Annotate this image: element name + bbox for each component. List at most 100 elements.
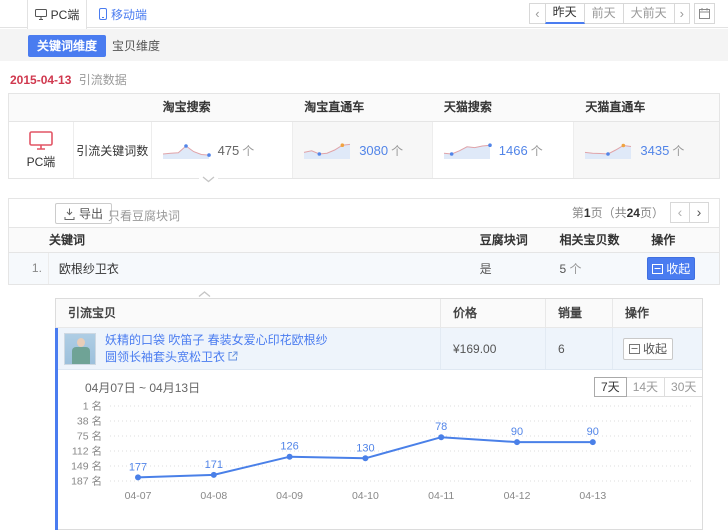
chevron-up-icon <box>195 291 214 298</box>
report-header: 2015-04-13 引流数据 <box>10 71 127 88</box>
sparkline-taobao-ztc <box>301 139 353 161</box>
metric-value: 3435 <box>640 143 669 158</box>
svg-text:187 名: 187 名 <box>71 475 102 488</box>
svg-text:126: 126 <box>280 441 298 453</box>
dimension-bar <box>0 29 728 61</box>
sparkline-tmall-ztc <box>582 139 634 161</box>
date-next-button[interactable]: › <box>674 3 690 24</box>
col-header-taobao-search: 淘宝搜索 <box>151 94 293 121</box>
svg-text:38 名: 38 名 <box>77 415 102 428</box>
date-yesterday-button[interactable]: 昨天 <box>545 3 585 24</box>
svg-text:04-07: 04-07 <box>125 490 152 502</box>
device-label: PC端 <box>27 153 56 170</box>
svg-text:90: 90 <box>587 426 599 438</box>
svg-text:177: 177 <box>129 461 147 473</box>
svg-text:04-08: 04-08 <box>200 490 227 502</box>
col-header-tmall-search: 天猫搜索 <box>432 94 574 121</box>
related-count: 5 <box>559 262 566 276</box>
traffic-overview-table: 淘宝搜索 淘宝直通车 天猫搜索 天猫直通车 PC端 引流关键词数 475 个 3… <box>8 93 720 179</box>
svg-text:78: 78 <box>435 421 447 433</box>
collapse-icon <box>629 344 640 354</box>
col-header-taobao-ztc: 淘宝直通车 <box>292 94 432 121</box>
product-thumbnail[interactable] <box>64 333 96 365</box>
tofu-filter-toggle[interactable]: 只看豆腐块词 <box>108 207 180 224</box>
svg-text:90: 90 <box>511 426 523 438</box>
traffic-table-row: PC端 引流关键词数 475 个 3080 个 1466 个 3435 个 <box>9 122 719 178</box>
keyword-row: 1. 欧根纱卫衣 是 5 个 收起 <box>9 253 719 284</box>
header-action: 操作 <box>641 228 719 252</box>
keyword-section: 导出 只看豆腐块词 第1页（共24页） ‹ › 关键词 豆腐块词 相关宝贝数 操… <box>8 198 720 285</box>
selected-row-indicator <box>55 328 58 530</box>
period-30d-button[interactable]: 30天 <box>664 377 703 397</box>
metric-value: 475 <box>218 143 240 158</box>
svg-text:04-11: 04-11 <box>428 490 454 502</box>
report-title: 引流数据 <box>79 73 127 87</box>
sparkline-tmall-search <box>441 139 493 161</box>
header-item: 引流宝贝 <box>56 299 440 327</box>
metric-label: 引流关键词数 <box>73 122 151 178</box>
collapse-item-button[interactable]: 收起 <box>623 338 673 360</box>
phone-icon <box>99 8 107 20</box>
pagination: 第1页（共24页） ‹ › <box>572 202 709 223</box>
date-two-days-ago-button[interactable]: 前天 <box>584 3 624 24</box>
keyword-table-header: 关键词 豆腐块词 相关宝贝数 操作 <box>9 227 719 253</box>
monitor-icon <box>35 9 47 20</box>
item-row: 妖精的口袋 吹笛子 春装女爱心印花欧根纱圆领长袖套头宽松卫衣 ¥169.00 6… <box>56 328 702 370</box>
keyword-text: 欧根纱卫衣 <box>49 260 470 277</box>
traffic-table-header: 淘宝搜索 淘宝直通车 天猫搜索 天猫直通车 <box>9 94 719 122</box>
collapse-icon <box>652 264 663 274</box>
item-price: ¥169.00 <box>440 328 545 369</box>
header-price: 价格 <box>440 299 545 327</box>
date-prev-button[interactable]: ‹ <box>529 3 545 24</box>
svg-text:130: 130 <box>356 442 374 454</box>
collapse-keyword-button[interactable]: 收起 <box>647 257 695 280</box>
svg-text:04-10: 04-10 <box>352 490 379 502</box>
header-keyword: 关键词 <box>9 228 470 252</box>
header-sales: 销量 <box>545 299 612 327</box>
period-14d-button[interactable]: 14天 <box>626 377 665 397</box>
svg-text:1 名: 1 名 <box>83 400 102 413</box>
calendar-button[interactable] <box>694 3 715 24</box>
header-tofu: 豆腐块词 <box>470 228 550 252</box>
metric-cell-tmall-search: 1466 个 <box>432 122 574 178</box>
svg-text:04-13: 04-13 <box>579 490 606 502</box>
metric-value: 1466 <box>499 143 528 158</box>
item-table-header: 引流宝贝 价格 销量 操作 <box>56 299 702 328</box>
export-button[interactable]: 导出 <box>55 203 112 224</box>
metric-value: 3080 <box>359 143 388 158</box>
keyword-toolbar: 导出 只看豆腐块词 第1页（共24页） ‹ › <box>9 199 719 227</box>
pc-monitor-icon <box>29 131 53 150</box>
tab-item-dimension[interactable]: 宝贝维度 <box>112 35 160 57</box>
current-page: 1 <box>584 206 591 220</box>
external-link-icon <box>228 350 238 364</box>
traffic-analytics-page: ‹ 昨天 前天 大前天 › PC端 移动端 关键词维度 宝贝维度 2015-04… <box>0 0 728 532</box>
svg-text:149 名: 149 名 <box>71 460 102 473</box>
item-sales: 6 <box>545 328 612 369</box>
tab-pc[interactable]: PC端 <box>27 0 87 29</box>
svg-text:171: 171 <box>205 459 223 471</box>
page-next-button[interactable]: › <box>689 202 709 223</box>
header-related-count: 相关宝贝数 <box>549 228 641 252</box>
row-index: 1. <box>9 253 49 284</box>
tab-mobile[interactable]: 移动端 <box>99 0 147 28</box>
chart-date-range: 04月07日 ~ 04月13日 <box>85 379 200 396</box>
report-date: 2015-04-13 <box>10 73 71 87</box>
rank-trend-chart: 1 名38 名75 名112 名149 名187 名04-0704-0804-0… <box>58 398 700 508</box>
product-title-link[interactable]: 妖精的口袋 吹笛子 春装女爱心印花欧根纱圆领长袖套头宽松卫衣 <box>105 328 337 369</box>
sparkline-taobao-search <box>160 139 212 161</box>
tab-mobile-label: 移动端 <box>111 6 147 23</box>
total-pages: 24 <box>627 206 640 220</box>
export-icon <box>64 208 75 220</box>
pagination-text: 第1页（共24页） <box>572 204 664 221</box>
svg-text:112 名: 112 名 <box>72 445 102 458</box>
tab-keyword-dimension[interactable]: 关键词维度 <box>28 35 106 57</box>
metric-cell-tmall-ztc: 3435 个 <box>573 122 719 178</box>
svg-text:04-09: 04-09 <box>276 490 303 502</box>
period-switcher: 7天 14天 30天 <box>595 377 703 397</box>
period-7d-button[interactable]: 7天 <box>594 377 627 397</box>
date-three-days-ago-button[interactable]: 大前天 <box>623 3 675 24</box>
chevron-down-icon[interactable] <box>199 176 218 183</box>
page-prev-button[interactable]: ‹ <box>670 202 690 223</box>
header-action: 操作 <box>612 299 702 327</box>
calendar-icon <box>699 8 710 19</box>
